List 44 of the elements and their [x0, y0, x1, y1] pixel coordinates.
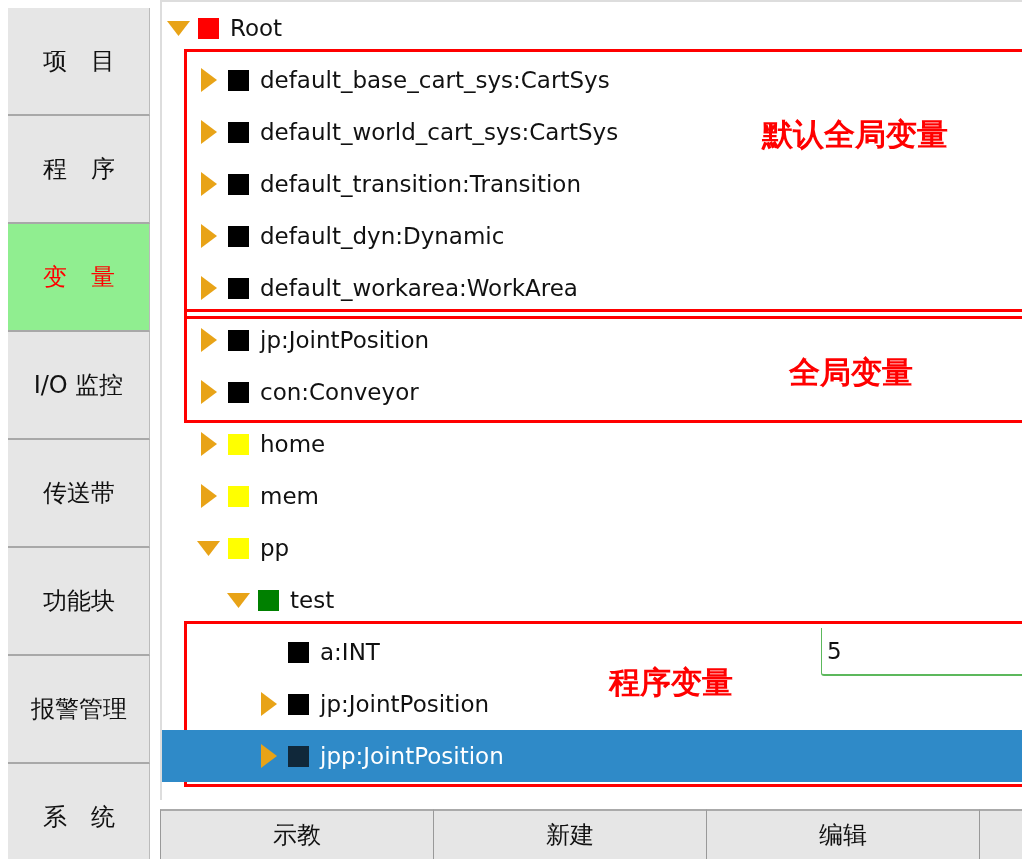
- expanded-arrow-icon[interactable]: [197, 540, 220, 556]
- annotation-label: 全局变量: [789, 353, 913, 392]
- node-label[interactable]: jp:JointPosition: [260, 327, 430, 353]
- collapsed-arrow-icon[interactable]: [200, 484, 217, 508]
- node-label[interactable]: default_base_cart_sys:CartSys: [260, 67, 610, 93]
- sidebar-item[interactable]: 传送带: [8, 440, 150, 548]
- node-label[interactable]: mem: [260, 483, 319, 509]
- expanded-arrow-icon[interactable]: [227, 592, 250, 608]
- collapsed-arrow-icon[interactable]: [200, 68, 217, 92]
- toolbar-button[interactable]: 示教: [160, 809, 433, 859]
- node-label[interactable]: default_transition:Transition: [260, 171, 581, 197]
- node-label[interactable]: home: [260, 431, 326, 457]
- node-label[interactable]: pp: [260, 535, 290, 561]
- collapsed-arrow-icon[interactable]: [260, 692, 277, 716]
- sidebar-item[interactable]: 报警管理: [8, 656, 150, 764]
- node-label[interactable]: default_workarea:WorkArea: [260, 275, 578, 301]
- node-label[interactable]: jpp:JointPosition: [320, 743, 504, 769]
- toolbar-button[interactable]: 编辑: [706, 809, 979, 859]
- value-field[interactable]: 5: [821, 628, 1022, 676]
- collapsed-arrow-icon[interactable]: [260, 744, 277, 768]
- collapsed-arrow-icon[interactable]: [200, 120, 217, 144]
- node-label[interactable]: a:INT: [320, 639, 380, 665]
- sidebar-item[interactable]: I/O 监控: [8, 332, 150, 440]
- collapsed-arrow-icon[interactable]: [200, 224, 217, 248]
- collapsed-arrow-icon[interactable]: [200, 328, 217, 352]
- sidebar-item[interactable]: 功能块: [8, 548, 150, 656]
- node-label[interactable]: con:Conveyor: [260, 379, 419, 405]
- node-label[interactable]: test: [290, 587, 335, 613]
- annotation-label: 程序变量: [609, 663, 733, 702]
- node-label[interactable]: default_dyn:Dynamic: [260, 223, 505, 249]
- toolbar-button[interactable]: 新建: [433, 809, 706, 859]
- node-label[interactable]: default_world_cart_sys:CartSys: [260, 119, 619, 145]
- selected-tree-row[interactable]: jpp:JointPosition: [162, 730, 1022, 782]
- sidebar-item[interactable]: 程 序: [8, 116, 150, 224]
- collapsed-arrow-icon[interactable]: [200, 380, 217, 404]
- sidebar-item[interactable]: 项 目: [8, 8, 150, 116]
- node-label[interactable]: Root: [230, 15, 283, 41]
- node-label[interactable]: jp:JointPosition: [320, 691, 490, 717]
- sidebar-item[interactable]: 系 统: [8, 764, 150, 859]
- collapsed-arrow-icon[interactable]: [200, 432, 217, 456]
- collapsed-arrow-icon[interactable]: [200, 276, 217, 300]
- expanded-arrow-icon[interactable]: [167, 20, 190, 36]
- collapsed-arrow-icon[interactable]: [200, 172, 217, 196]
- annotation-label: 默认全局变量: [762, 115, 948, 154]
